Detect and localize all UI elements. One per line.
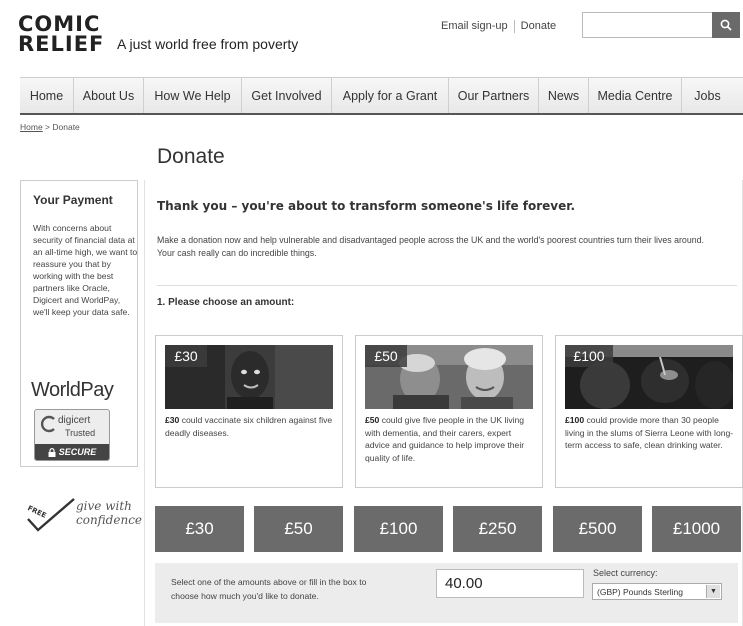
donate-page: COMIC RELIEF A just world free from pove… <box>0 0 743 626</box>
top-link-divider <box>513 20 515 33</box>
tagline: A just world free from poverty <box>117 36 299 52</box>
your-payment-text: With concerns about security of financia… <box>33 223 138 317</box>
card-description: £100 could provide more than 30 people l… <box>565 414 735 452</box>
search-icon <box>720 19 732 31</box>
give-with-confidence-logo: FREE give with confidence <box>24 497 144 537</box>
top-links: Email sign-up Donate <box>441 20 556 33</box>
logo-line-1: COMIC <box>18 12 101 36</box>
step-1-label: 1. Please choose an amount: <box>157 297 295 308</box>
comic-relief-logo[interactable]: COMIC RELIEF <box>18 12 105 56</box>
donation-card-50[interactable]: £50 £50 could give five people in the UK… <box>355 335 543 488</box>
amount-button-1000[interactable]: £1000 <box>652 506 741 552</box>
main-border-left <box>144 180 145 626</box>
nav-item-media-centre[interactable]: Media Centre <box>589 78 682 113</box>
card-text: could provide more than 30 people living… <box>565 415 734 450</box>
digicert-seal[interactable]: digicert Trusted SECURE <box>34 409 110 461</box>
amount-button-100[interactable]: £100 <box>354 506 443 552</box>
amount-button-500[interactable]: £500 <box>553 506 642 552</box>
logo-line-2: RELIEF <box>18 32 105 56</box>
thanks-heading: Thank you – you're about to transform so… <box>157 199 576 213</box>
card-text: could give five people in the UK living … <box>365 415 525 463</box>
nav-item-our-partners[interactable]: Our Partners <box>449 78 539 113</box>
donation-card-100[interactable]: £100 £100 could provide more than 30 peo… <box>555 335 743 488</box>
nav-item-about-us[interactable]: About Us <box>74 78 144 113</box>
give-with-confidence-text: give with confidence <box>76 499 143 527</box>
amount-button-50[interactable]: £50 <box>254 506 343 552</box>
digicert-icon <box>40 415 55 433</box>
nav-item-apply-for-a-grant[interactable]: Apply for a Grant <box>332 78 449 113</box>
breadcrumb-home-link[interactable]: Home <box>20 122 43 132</box>
custom-amount-instructions: Select one of the amounts above or fill … <box>171 577 367 601</box>
breadcrumb: Home > Donate <box>20 122 80 132</box>
lock-icon <box>48 447 56 457</box>
digicert-name: digicert <box>58 415 91 426</box>
digicert-secure-bar: SECURE <box>35 444 109 460</box>
nav-item-get-involved[interactable]: Get Involved <box>242 78 332 113</box>
your-payment-box: Your Payment With concerns about securit… <box>20 180 138 467</box>
card-amount-badge: £50 <box>365 345 407 367</box>
donate-top-link[interactable]: Donate <box>521 20 556 32</box>
currency-selected-value: (GBP) Pounds Sterling <box>597 586 683 597</box>
card-text: could vaccinate six children against fiv… <box>165 415 333 438</box>
chevron-down-icon[interactable]: ▼ <box>706 585 720 598</box>
amount-button-30[interactable]: £30 <box>155 506 244 552</box>
intro-line-1: Make a donation now and help vulnerable … <box>157 235 704 245</box>
search-input[interactable] <box>582 12 712 38</box>
intro-text: Make a donation now and help vulnerable … <box>157 234 735 260</box>
digicert-trusted: Trusted <box>65 428 96 438</box>
currency-select[interactable]: (GBP) Pounds Sterling ▼ <box>592 583 722 600</box>
card-amount: £100 <box>565 415 585 425</box>
section-divider <box>157 285 737 286</box>
breadcrumb-separator: > <box>42 122 53 132</box>
custom-amount-input[interactable]: 40.00 <box>436 569 584 598</box>
card-amount-badge: £30 <box>165 345 207 367</box>
card-amount: £30 <box>165 415 180 425</box>
custom-amount-panel: Select one of the amounts above or fill … <box>155 563 738 623</box>
nav-item-how-we-help[interactable]: How We Help <box>144 78 242 113</box>
card-amount-badge: £100 <box>565 345 613 367</box>
nav-item-home[interactable]: Home <box>20 78 74 113</box>
your-payment-title: Your Payment <box>33 193 113 207</box>
amount-button-250[interactable]: £250 <box>453 506 542 552</box>
card-description: £50 could give five people in the UK liv… <box>365 414 535 464</box>
card-description: £30 could vaccinate six children against… <box>165 414 335 439</box>
main-nav: Home About Us How We Help Get Involved A… <box>20 77 743 115</box>
currency-label: Select currency: <box>593 568 658 578</box>
breadcrumb-current: Donate <box>52 122 80 132</box>
email-signup-link[interactable]: Email sign-up <box>441 20 508 32</box>
card-amount: £50 <box>365 415 380 425</box>
donation-card-30[interactable]: £30 £30 could vaccinate six children aga… <box>155 335 343 488</box>
nav-item-news[interactable]: News <box>539 78 589 113</box>
worldpay-logo: WorldPay <box>31 379 114 401</box>
checkmark-icon <box>27 498 75 532</box>
search-button[interactable] <box>712 12 740 38</box>
digicert-secure-label: SECURE <box>58 447 97 457</box>
page-title: Donate <box>157 145 225 168</box>
intro-line-2: Your cash really can do incredible thing… <box>157 248 317 258</box>
nav-item-jobs[interactable]: Jobs <box>682 78 733 113</box>
